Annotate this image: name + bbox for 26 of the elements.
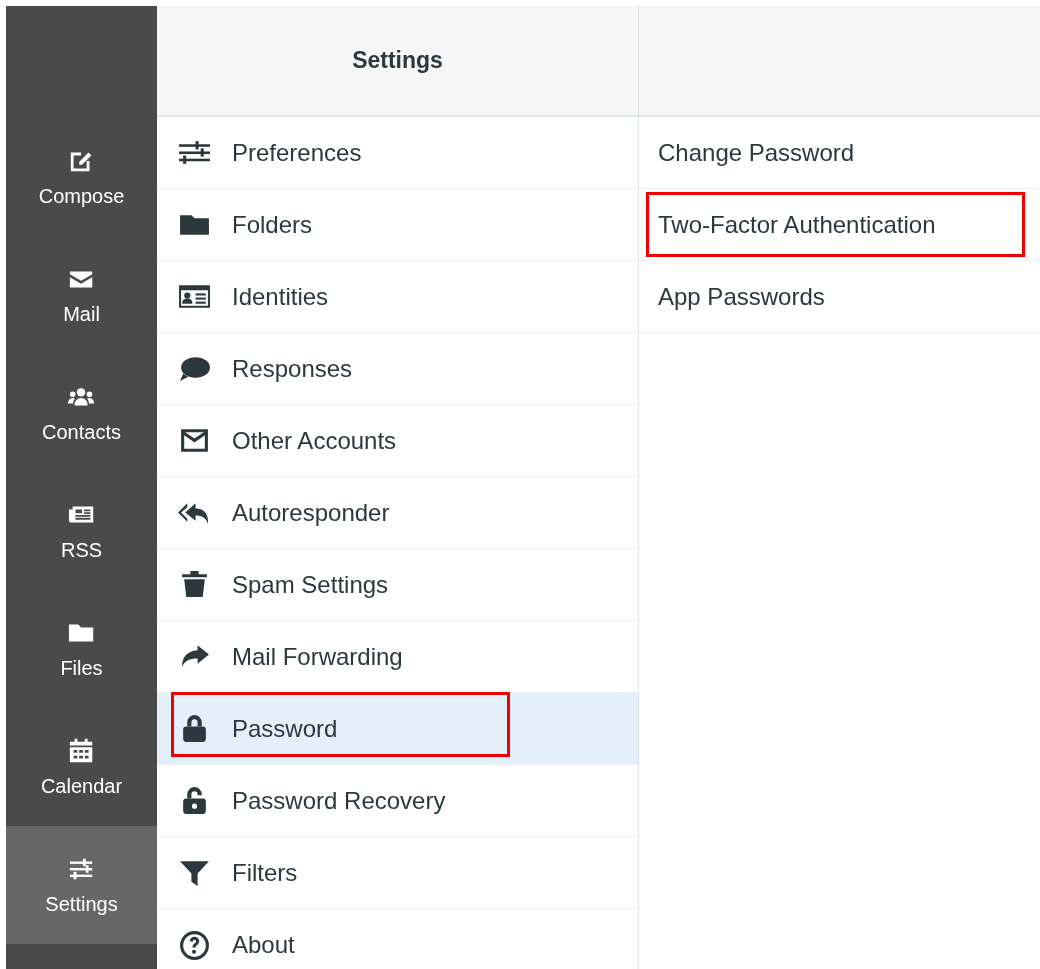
nav-item[interactable]: Files [6, 590, 157, 708]
nav-item[interactable]: Settings [6, 826, 157, 944]
item-label: Responses [232, 354, 353, 383]
option-label: App Passwords [658, 282, 825, 311]
item-label: About [232, 930, 295, 959]
item-label: Other Accounts [232, 426, 397, 455]
nav-item[interactable]: Calendar [6, 708, 157, 826]
option-label: Two-Factor Authentication [658, 210, 936, 239]
item-label: Mail Forwarding [232, 642, 403, 671]
option-label: Change Password [658, 138, 855, 167]
menu-item[interactable]: Password [157, 693, 638, 765]
item-label: Preferences [232, 138, 362, 167]
item-label: Password [232, 714, 338, 743]
nav-item[interactable]: Contacts [6, 354, 157, 472]
item-label: Identities [232, 282, 329, 311]
nav-item[interactable]: RSS [6, 472, 157, 590]
password-option[interactable]: Two-Factor Authentication [639, 189, 1040, 261]
item-label: Spam Settings [232, 570, 389, 599]
item-label: Autoresponder [232, 498, 390, 527]
nav-item[interactable]: Compose [6, 118, 157, 236]
nav-item[interactable]: Mail [6, 236, 157, 354]
item-label: Password Recovery [232, 786, 446, 815]
help-icon [178, 929, 211, 960]
column-title: Settings [352, 47, 443, 74]
item-label: Filters [232, 858, 298, 887]
item-label: Folders [232, 210, 313, 239]
